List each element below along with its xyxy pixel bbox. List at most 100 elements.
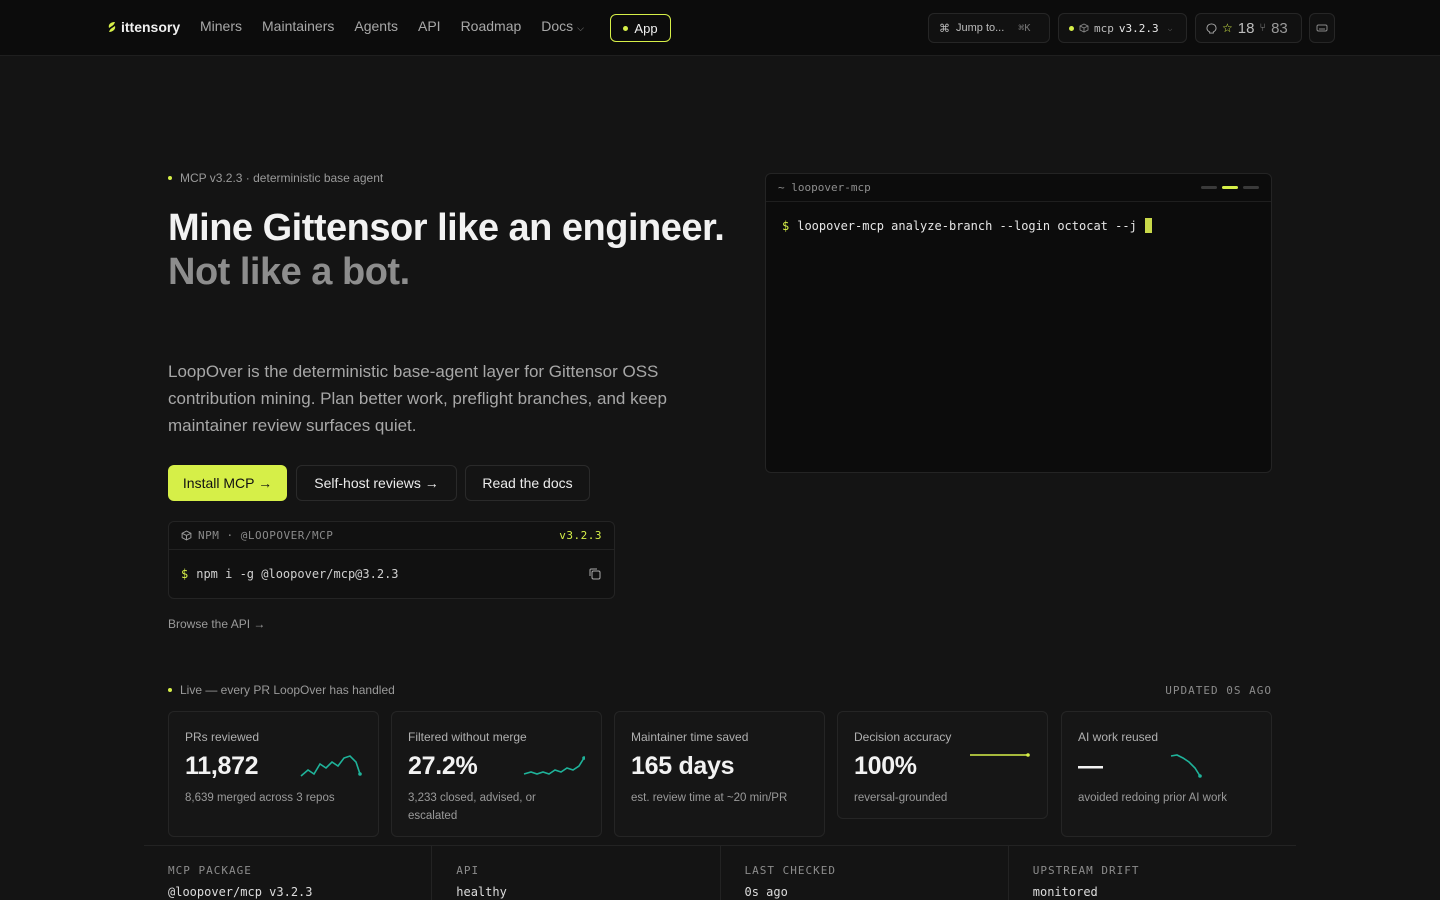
- self-host-reviews-button[interactable]: Self-host reviews →: [296, 465, 457, 501]
- live-text: Live — every PR LoopOver has handled: [180, 683, 395, 697]
- status-value: 0s ago: [744, 885, 788, 899]
- status-dot: [623, 25, 629, 31]
- install-mcp-button[interactable]: Install MCP →: [168, 465, 287, 501]
- terminal-title: ~ loopover-mcp: [778, 181, 871, 194]
- stat-label: Maintainer time saved: [631, 730, 749, 744]
- mcp-version-select[interactable]: mcp v3.2.3 ⌵: [1058, 13, 1187, 43]
- npm-package-label: NPM · @LOOPOVER/MCP: [198, 529, 334, 542]
- stat-label: Filtered without merge: [408, 730, 527, 744]
- command-icon: ⌘: [939, 22, 950, 35]
- mcp-version: v3.2.3: [1118, 21, 1159, 35]
- stat-note: 3,233 closed, advised, or escalated: [408, 792, 536, 822]
- chevron-down-icon: ⌵: [577, 23, 584, 33]
- status-bar: MCP PACKAGE @loopover/mcp v3.2.3 API hea…: [144, 845, 1296, 900]
- npm-install-card: NPM · @LOOPOVER/MCP v3.2.3 $ npm i -g @l…: [168, 521, 615, 599]
- star-count: 18: [1237, 19, 1255, 37]
- nav-link-docs: Docs: [541, 18, 574, 34]
- status-label: LAST CHECKED: [744, 864, 836, 877]
- terminal-tab-indicator[interactable]: [1201, 186, 1217, 189]
- logo[interactable]: ittensory: [107, 19, 180, 35]
- terminal-line: $ loopover-mcp analyze-branch --login oc…: [766, 202, 1271, 249]
- status-dot: [168, 176, 172, 180]
- updated-timestamp: UPDATED 0S AGO: [1165, 684, 1272, 697]
- hero-description: LoopOver is the deterministic base-agent…: [168, 362, 667, 435]
- logo-text: ittensory: [121, 19, 181, 35]
- terminal-command: loopover-mcp analyze-branch --login octo…: [797, 218, 1137, 233]
- status-label: API: [456, 864, 480, 877]
- copy-icon[interactable]: [588, 567, 602, 581]
- shell-prompt: $: [181, 567, 189, 581]
- npm-command-row: $ npm i -g @loopover/mcp@3.2.3: [169, 550, 614, 598]
- app-button[interactable]: App: [610, 14, 671, 42]
- terminal-cursor: [1144, 218, 1152, 233]
- nav-link-roadmap[interactable]: Roadmap: [461, 18, 522, 34]
- read-docs-button[interactable]: Read the docs: [465, 465, 590, 501]
- status-cell-mcp-package: MCP PACKAGE @loopover/mcp v3.2.3: [144, 846, 433, 900]
- terminal-tab-indicator[interactable]: [1243, 186, 1259, 189]
- stat-note: 8,639 merged across 3 repos: [185, 792, 335, 804]
- terminal-window: ~ loopover-mcp $ loopover-mcp analyze-br…: [765, 173, 1272, 473]
- logo-icon: [108, 22, 116, 32]
- nav-link-maintainers[interactable]: Maintainers: [262, 18, 334, 34]
- sparkline: [970, 753, 1030, 757]
- package-icon: [1079, 23, 1089, 33]
- nav-link-miners[interactable]: Miners: [200, 18, 242, 34]
- stat-label: Decision accuracy: [854, 730, 952, 744]
- github-stats[interactable]: ☆ 18 ⑂ 83: [1195, 13, 1302, 43]
- nav-docs-dropdown[interactable]: Docs ⌵: [541, 18, 584, 34]
- browse-api-link[interactable]: Browse the API →: [168, 617, 265, 631]
- terminal-tab-indicator-active[interactable]: [1222, 186, 1238, 189]
- eyebrow-text: MCP v3.2.3 · deterministic base agent: [180, 171, 384, 185]
- sparkline: [1170, 754, 1202, 778]
- npm-card-header: NPM · @LOOPOVER/MCP v3.2.3: [169, 522, 614, 550]
- keyboard-icon: [1316, 24, 1328, 32]
- chevron-down-icon: ⌵: [1167, 23, 1173, 33]
- npm-command[interactable]: npm i -g @loopover/mcp@3.2.3: [196, 567, 398, 581]
- keyboard-button[interactable]: [1309, 13, 1335, 43]
- stat-card-time-saved: Maintainer time saved 165 days est. revi…: [614, 711, 825, 837]
- status-cell-upstream-drift: UPSTREAM DRIFT monitored: [1009, 846, 1296, 900]
- status-value: @loopover/mcp v3.2.3: [168, 885, 313, 899]
- fork-count: 83: [1271, 19, 1288, 37]
- nav-link-agents[interactable]: Agents: [354, 18, 398, 34]
- stat-card-accuracy: Decision accuracy 100% reversal-grounded: [837, 711, 1048, 819]
- live-dot: [168, 688, 172, 692]
- stat-label: AI work reused: [1078, 730, 1159, 744]
- status-value: monitored: [1032, 885, 1098, 899]
- status-value: healthy: [456, 885, 507, 899]
- sparkline: [300, 755, 362, 777]
- stat-card-ai-work-reused: AI work reused — avoided redoing prior A…: [1061, 711, 1272, 837]
- jump-shortcut: ⌘K: [1018, 22, 1031, 34]
- stat-card-prs-reviewed: PRs reviewed 11,872 8,639 merged across …: [168, 711, 379, 837]
- npm-version: v3.2.3: [559, 529, 602, 542]
- stat-label: PRs reviewed: [185, 730, 260, 744]
- status-label: UPSTREAM DRIFT: [1032, 864, 1140, 877]
- terminal-header: ~ loopover-mcp: [766, 174, 1271, 202]
- stat-card-filtered: Filtered without merge 27.2% 3,233 close…: [391, 711, 602, 837]
- shell-prompt: $: [782, 218, 790, 233]
- jump-label: Jump to...: [956, 22, 1005, 34]
- status-cell-api: API healthy: [432, 846, 721, 900]
- nav-link-api[interactable]: API: [418, 18, 441, 34]
- package-icon: [181, 530, 192, 541]
- sparkline: [523, 756, 585, 775]
- status-label: MCP PACKAGE: [168, 864, 252, 877]
- stat-note: est. review time at ~20 min/PR: [631, 792, 788, 804]
- stat-value: 165 days: [631, 752, 735, 780]
- page-title: Mine Gittensor like an engineer. Not lik…: [168, 206, 728, 294]
- star-icon: ☆: [1222, 21, 1233, 35]
- status-cell-last-checked: LAST CHECKED 0s ago: [721, 846, 1009, 900]
- stat-note: avoided redoing prior AI work: [1078, 792, 1227, 804]
- terminal-tabs[interactable]: [1201, 186, 1259, 189]
- top-nav: ittensory Miners Maintainers Agents API …: [0, 0, 1440, 56]
- mcp-label: mcp: [1094, 21, 1114, 35]
- title-line-2: Not like a bot.: [168, 251, 410, 293]
- jump-to-button[interactable]: ⌘ Jump to... ⌘K: [928, 13, 1050, 43]
- fork-icon: ⑂: [1259, 22, 1267, 34]
- stat-note: reversal-grounded: [854, 792, 948, 804]
- github-icon: [1206, 22, 1217, 34]
- live-label: Live — every PR LoopOver has handled: [168, 683, 395, 697]
- title-line-1: Mine Gittensor like an engineer.: [168, 207, 725, 249]
- status-dot: [1069, 25, 1074, 31]
- hero-eyebrow: MCP v3.2.3 · deterministic base agent: [168, 171, 383, 185]
